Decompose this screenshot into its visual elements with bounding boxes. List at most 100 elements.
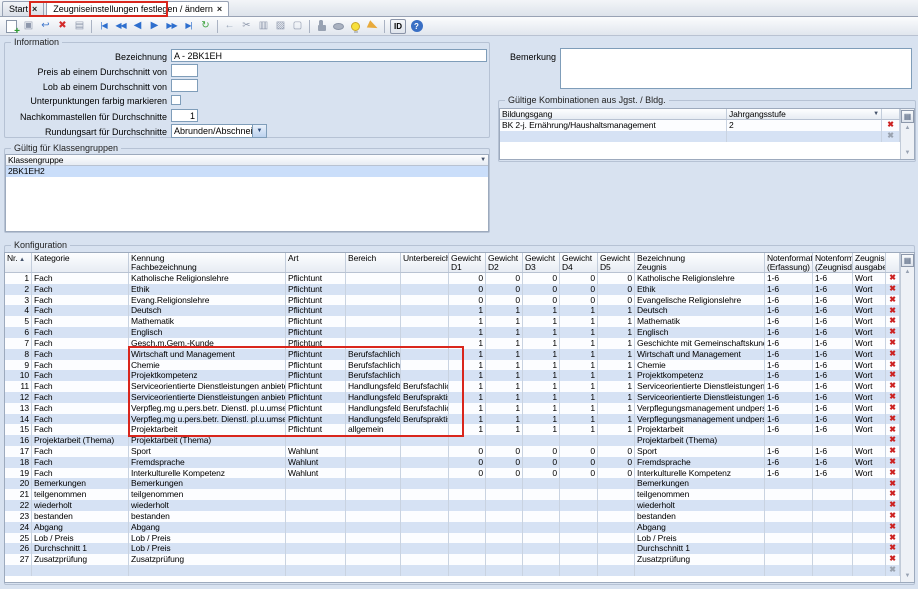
tab-close-icon[interactable]: × xyxy=(217,4,222,14)
konfig-row-13[interactable]: 13FachVerpfleg.mg u.pers.betr. Dienstl. … xyxy=(5,403,914,414)
delete-row-button[interactable]: ✖ xyxy=(886,273,900,284)
konfig-row-15[interactable]: 15FachProjektarbeitPflichtuntallgemein11… xyxy=(5,424,914,435)
delete-row-button[interactable]: ✖ xyxy=(882,120,900,131)
chevron-down-icon[interactable]: ▼ xyxy=(873,110,879,118)
konfig-row-2[interactable]: 2FachEthikPflichtunt00000Ethik1-61-6Wort… xyxy=(5,284,914,295)
scroll-up-icon[interactable]: ▲ xyxy=(901,123,914,133)
konfig-row-8[interactable]: 8FachWirtschaft und ManagementPflichtunt… xyxy=(5,349,914,360)
konfig-row-10[interactable]: 10FachProjektkompetenzPflichtuntBerufsfa… xyxy=(5,370,914,381)
konfig-scrollbar[interactable]: ▦ ▲ ▼ xyxy=(900,253,914,582)
konfig-col-header-d5[interactable]: GewichtD5 xyxy=(598,253,635,272)
konfig-row-20[interactable]: 20BemerkungenBemerkungenBemerkungen✖ xyxy=(5,478,914,489)
konfig-col-header-d2[interactable]: GewichtD2 xyxy=(486,253,523,272)
delete-row-button[interactable]: ✖ xyxy=(886,370,900,381)
delete-row-button[interactable]: ✖ xyxy=(886,522,900,533)
undo-button[interactable]: ↩ xyxy=(37,18,54,34)
nav-prev-button[interactable]: ◀ xyxy=(129,18,146,34)
chevron-down-icon[interactable]: ▼ xyxy=(480,156,486,164)
bezeichnung-input[interactable] xyxy=(171,49,487,62)
key-button[interactable] xyxy=(330,18,347,34)
konfig-row-23[interactable]: 23bestandenbestandenbestanden✖ xyxy=(5,511,914,522)
konfig-row-5[interactable]: 5FachMathematikPflichtunt11111Mathematik… xyxy=(5,316,914,327)
lob-input[interactable] xyxy=(171,79,198,92)
filter-button[interactable] xyxy=(364,18,381,34)
delete-row-button[interactable]: ✖ xyxy=(886,468,900,479)
delete-row-button[interactable]: ✖ xyxy=(886,392,900,403)
klassengruppen-col-header[interactable]: Klassengruppe ▼ xyxy=(6,155,488,165)
konfig-col-header-unterbereich[interactable]: Unterbereich xyxy=(401,253,449,272)
delete-row-button[interactable]: ✖ xyxy=(886,403,900,414)
kombi-col-header-jahrgangsstufe[interactable]: Jahrgangsstufe ▼ xyxy=(727,109,882,119)
help-button[interactable]: ? xyxy=(408,18,425,34)
konfig-row-19[interactable]: 19FachInterkulturelle KompetenzWahlunt00… xyxy=(5,468,914,479)
paste-button[interactable]: ▨ xyxy=(272,18,289,34)
konfig-col-header-nf_druck[interactable]: Notenformat(Zeugnisdruck) xyxy=(813,253,853,272)
konfig-row-22[interactable]: 22wiederholtwiederholtwiederholt✖ xyxy=(5,500,914,511)
delete-row-button[interactable]: ✖ xyxy=(886,511,900,522)
delete-row-button[interactable]: ✖ xyxy=(886,305,900,316)
konfig-row-empty[interactable]: ✖ xyxy=(5,565,914,576)
konfig-row-6[interactable]: 6FachEnglischPflichtunt11111Englisch1-61… xyxy=(5,327,914,338)
edit-table-button[interactable]: ▤ xyxy=(71,18,88,34)
konfig-col-header-nr[interactable]: Nr. ▲ xyxy=(5,253,32,272)
delete-row-button[interactable]: ✖ xyxy=(886,295,900,306)
konfig-row-11[interactable]: 11FachServiceorientierte Dienstleistunge… xyxy=(5,381,914,392)
scroll-down-icon[interactable]: ▼ xyxy=(901,571,914,581)
kombi-scrollbar[interactable]: ▦ ▲ ▼ xyxy=(900,109,914,159)
select-button[interactable]: ▢ xyxy=(289,18,306,34)
konfig-row-14[interactable]: 14FachVerpfleg.mg u.pers.betr. Dienstl. … xyxy=(5,414,914,425)
delete-row-button[interactable]: ✖ xyxy=(886,435,900,446)
konfig-col-header-bereich[interactable]: Bereich xyxy=(346,253,401,272)
konfig-row-17[interactable]: 17FachSportWahlunt00000Sport1-61-6Wort✖ xyxy=(5,446,914,457)
kombi-col-header-bildungsgang[interactable]: Bildungsgang xyxy=(500,109,727,119)
table-settings-button[interactable]: ▦ xyxy=(901,110,914,123)
unterpunktungen-checkbox[interactable] xyxy=(171,95,181,105)
back-button[interactable]: ← xyxy=(221,18,238,34)
delete-row-button[interactable]: ✖ xyxy=(886,533,900,544)
konfig-col-header-nf_erfassung[interactable]: Notenformat(Erfassung) xyxy=(765,253,813,272)
konfig-row-21[interactable]: 21teilgenommenteilgenommenteilgenommen✖ xyxy=(5,489,914,500)
sort-ascending-icon[interactable]: ▲ xyxy=(18,257,25,263)
nachkommastellen-input[interactable] xyxy=(171,109,198,122)
id-button[interactable]: ID xyxy=(390,19,406,34)
nav-fast-prev-button[interactable]: ◀◀ xyxy=(112,18,129,34)
delete-row-button[interactable]: ✖ xyxy=(886,446,900,457)
cut-button[interactable]: ✂ xyxy=(238,18,255,34)
konfig-col-header-kategorie[interactable]: Kategorie xyxy=(32,253,129,272)
delete-row-button[interactable]: ✖ xyxy=(882,131,900,142)
copy-button[interactable]: ▥ xyxy=(255,18,272,34)
tab-close-icon[interactable]: × xyxy=(32,4,37,14)
chevron-down-icon[interactable]: ▼ xyxy=(252,125,266,137)
konfig-row-1[interactable]: 1FachKatholische ReligionslehrePflichtun… xyxy=(5,273,914,284)
konfig-col-header-bezeichnung[interactable]: BezeichnungZeugnis xyxy=(635,253,765,272)
preis-input[interactable] xyxy=(171,64,198,77)
delete-row-button[interactable]: ✖ xyxy=(886,381,900,392)
delete-row-button[interactable]: ✖ xyxy=(886,316,900,327)
konfig-row-3[interactable]: 3FachEvang.ReligionslehrePflichtunt00000… xyxy=(5,295,914,306)
delete-row-button[interactable]: ✖ xyxy=(886,284,900,295)
delete-row-button[interactable]: ✖ xyxy=(886,478,900,489)
konfig-col-header-kennung[interactable]: KennungFachbezeichnung xyxy=(129,253,286,272)
bemerkung-textarea[interactable] xyxy=(560,48,912,89)
delete-row-button[interactable]: ✖ xyxy=(886,543,900,554)
delete-row-button[interactable]: ✖ xyxy=(886,360,900,371)
new-record-button[interactable] xyxy=(3,18,20,34)
nav-last-button[interactable]: ▶| xyxy=(180,18,197,34)
kombi-row-1[interactable]: BK 2-j. Ernährung/Haushaltsmanagement 2 … xyxy=(500,120,914,131)
delete-row-button[interactable]: ✖ xyxy=(886,414,900,425)
delete-row-button[interactable]: ✖ xyxy=(886,500,900,511)
konfig-col-header-ausgabe[interactable]: Zeugnis-ausgabe xyxy=(853,253,886,272)
lock-button[interactable] xyxy=(313,18,330,34)
konfig-row-24[interactable]: 24AbgangAbgangAbgang✖ xyxy=(5,522,914,533)
konfig-row-4[interactable]: 4FachDeutschPflichtunt11111Deutsch1-61-6… xyxy=(5,305,914,316)
delete-row-button[interactable]: ✖ xyxy=(886,349,900,360)
scroll-down-icon[interactable]: ▼ xyxy=(901,148,914,158)
konfig-col-header-d3[interactable]: GewichtD3 xyxy=(523,253,560,272)
delete-row-button[interactable]: ✖ xyxy=(886,565,900,576)
delete-row-button[interactable]: ✖ xyxy=(886,327,900,338)
delete-row-button[interactable]: ✖ xyxy=(886,554,900,565)
konfig-row-25[interactable]: 25Lob / PreisLob / PreisLob / Preis✖ xyxy=(5,533,914,544)
delete-row-button[interactable]: ✖ xyxy=(886,424,900,435)
konfig-col-header-art[interactable]: Art xyxy=(286,253,346,272)
refresh-button[interactable]: ↻ xyxy=(197,18,214,34)
